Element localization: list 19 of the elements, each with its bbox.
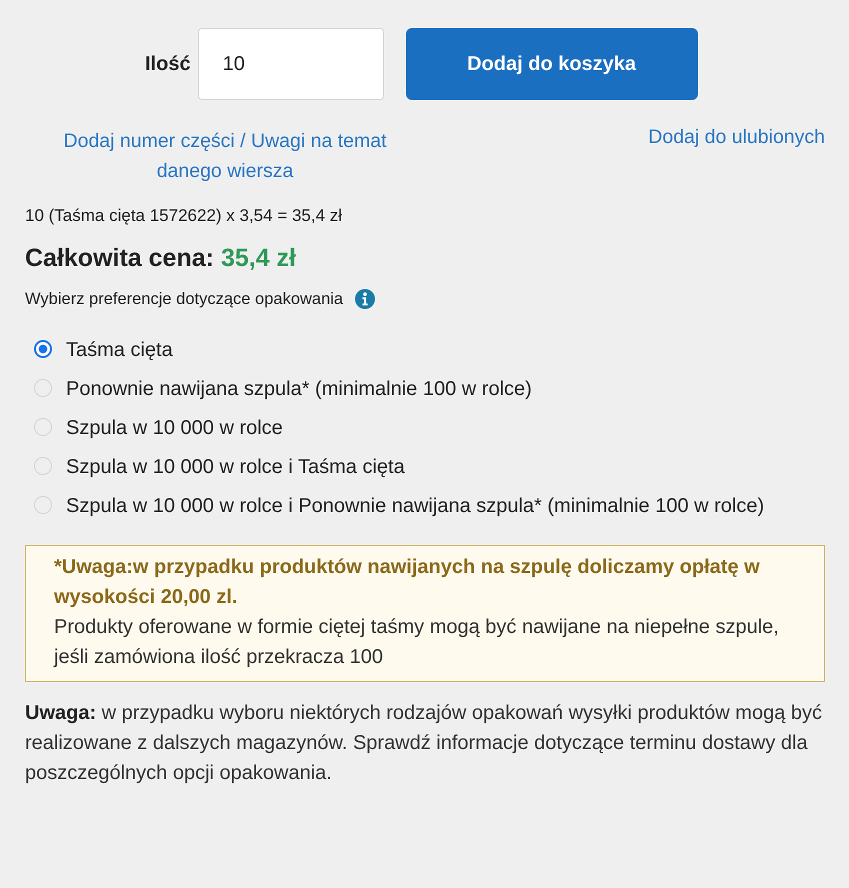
part-number-link[interactable]: Dodaj numer części / Uwagi na temat danego wiersza — [45, 126, 405, 186]
total-label: Całkowita cena: — [25, 244, 214, 273]
total-price: 35,4 zł — [220, 244, 296, 273]
quantity-label: Ilość — [145, 52, 191, 76]
option-label: Szpula w 10 000 w rolce i Ponownie nawijana szpula* (minimalnie 100 w rolce) — [66, 495, 764, 517]
add-to-cart-button[interactable]: Dodaj do koszyka — [406, 28, 698, 100]
quantity-field[interactable]: 10 — [198, 28, 384, 100]
packaging-prompt: Wybierz preferencje dotyczące opakowania — [25, 290, 344, 308]
info-icon[interactable] — [355, 289, 376, 309]
favorites-link[interactable]: Dodaj do ulubionych — [648, 122, 825, 152]
radio-button[interactable] — [34, 340, 52, 358]
notice-text: Produkty oferowane w formie ciętej taśmy mogą być nawijane na niepełne szpule, jeśli zamówiona ilość przekracza 100 — [54, 615, 780, 670]
option-label: Ponownie nawijana szpula* (minimalnie 100 w rolce) — [66, 378, 532, 400]
option-label: Szpula w 10 000 w rolce i Taśma cięta — [66, 456, 405, 478]
notice-title: *Uwaga:w przypadku produktów nawijanych na szpulę doliczamy opłatę w wysokości 20,00 zl. — [54, 555, 761, 610]
price-calculation: 10 (Taśma cięta 1572622) x 3,54 = 35,4 zł — [25, 206, 344, 226]
option-label: Szpula w 10 000 w rolce — [66, 417, 283, 439]
shipping-note: Uwaga: w przypadku wyboru niektórych rodzajów opakowań wysyłki produktów mogą być realizowane z dalszych magazynów. Sprawdź informacje dotyczące terminu dostawy dla poszczególnych opcji opakowania. — [25, 701, 824, 786]
option-label: Taśma cięta — [66, 339, 173, 361]
